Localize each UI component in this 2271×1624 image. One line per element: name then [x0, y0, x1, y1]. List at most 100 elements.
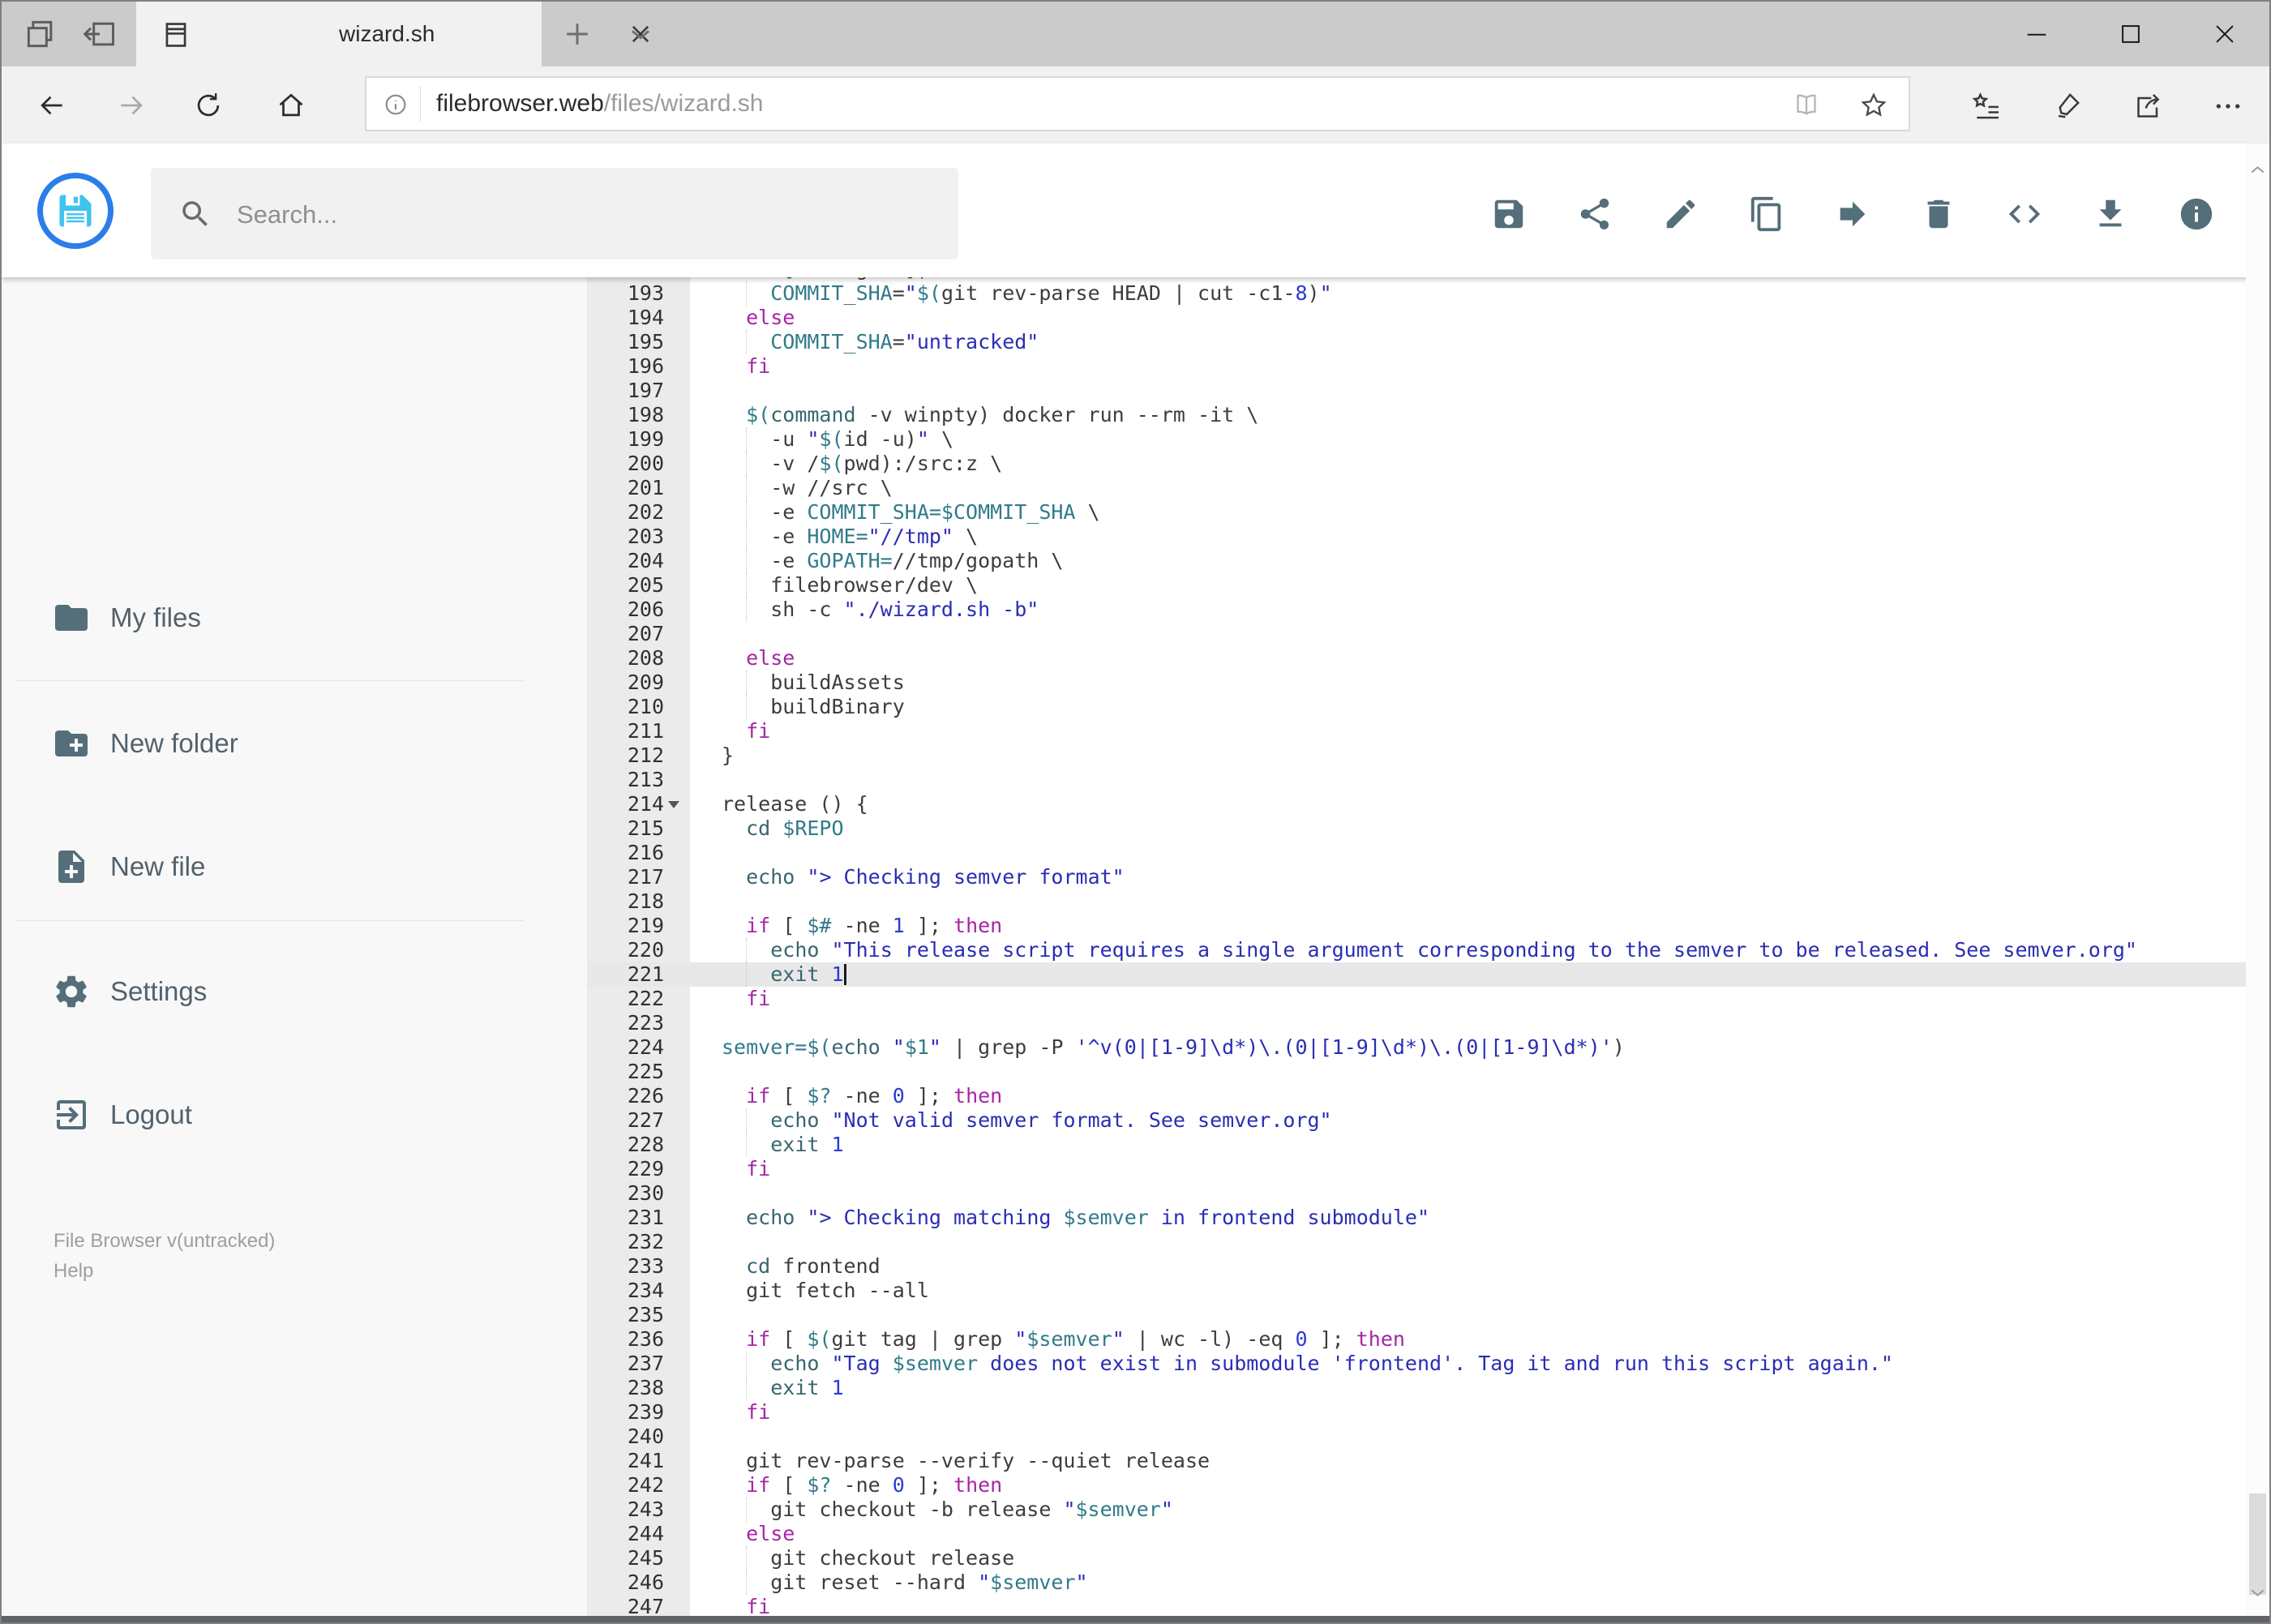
logout-icon: [52, 1095, 91, 1134]
code-line: 234 git fetch --all: [587, 1279, 2249, 1303]
delete-icon: [1927, 199, 1950, 229]
info-icon: [2180, 198, 2213, 230]
browser-tab[interactable]: wizard.sh: [136, 2, 649, 66]
share-button[interactable]: [1566, 186, 1623, 242]
code-line-text: exit 1: [770, 962, 844, 986]
move-button[interactable]: [1824, 186, 1881, 242]
line-number: 227: [627, 1108, 664, 1132]
navbar: filebrowser.web/files/wizard.sh: [2, 66, 2269, 144]
close-button[interactable]: [2192, 11, 2257, 57]
ink-icon[interactable]: [2050, 90, 2081, 121]
sidebar-item-label: Settings: [110, 976, 208, 1006]
scroll-up-icon[interactable]: [2247, 160, 2268, 180]
line-number: 208: [627, 646, 664, 670]
move-icon: [1840, 201, 1866, 227]
code-line: 221 exit 1: [587, 962, 2249, 987]
code-line: 220 echo "This release script requires a…: [587, 938, 2249, 962]
titlebar: wizard.sh: [2, 2, 2269, 66]
code-icon: [2008, 204, 2041, 224]
code-line-text: echo "> Checking semver format": [746, 865, 1125, 889]
search-bar[interactable]: [151, 168, 958, 261]
tab-dropdown-icon[interactable]: [623, 16, 658, 52]
info-button[interactable]: [2168, 186, 2225, 242]
sidebar-divider: [16, 680, 524, 681]
minimize-button[interactable]: [2004, 11, 2069, 57]
sidebar-item-new-file[interactable]: New file: [2, 826, 569, 907]
code-line-text: }: [722, 743, 735, 767]
tab-preview-icon[interactable]: [23, 16, 58, 52]
maximize-button[interactable]: [2098, 11, 2163, 57]
line-number: 243: [627, 1498, 664, 1521]
scrollbar-thumb[interactable]: [2249, 1493, 2266, 1595]
code-line: 235: [587, 1303, 2249, 1327]
help-link[interactable]: Help: [54, 1256, 275, 1286]
download-icon: [2099, 199, 2122, 227]
line-number: 219: [627, 914, 664, 937]
home-icon[interactable]: [276, 90, 306, 121]
set-tabs-aside-icon[interactable]: [82, 16, 118, 52]
reading-view-icon[interactable]: [1792, 91, 1821, 120]
forward-icon[interactable]: [116, 90, 147, 121]
code-line-text: fi: [746, 354, 771, 378]
save-button[interactable]: [1480, 186, 1537, 242]
code-line: 197: [587, 379, 2249, 403]
back-icon[interactable]: [36, 90, 67, 121]
site-info-icon[interactable]: [383, 92, 409, 118]
refresh-icon[interactable]: [193, 90, 224, 121]
line-number: 234: [627, 1279, 664, 1302]
line-number: 200: [627, 452, 664, 475]
download-button[interactable]: [2082, 186, 2139, 242]
more-icon[interactable]: [2212, 90, 2243, 121]
code-line: 216: [587, 841, 2249, 865]
line-number: 215: [627, 816, 664, 840]
code-line: 203 -e HOME="//tmp" \: [587, 525, 2249, 549]
code-line-text: cd $REPO: [746, 816, 844, 840]
code-line: 208 else: [587, 646, 2249, 671]
code-line: 222 fi: [587, 987, 2249, 1011]
code-line: 242 if [ $? -ne 0 ]; then: [587, 1473, 2249, 1498]
new-tab-button[interactable]: [559, 16, 595, 52]
code-line: 236 if [ $(git tag | grep "$semver" | wc…: [587, 1327, 2249, 1352]
code-line-text: else: [746, 1522, 795, 1545]
share-icon[interactable]: [2132, 90, 2163, 121]
delete-button[interactable]: [1910, 186, 1967, 242]
line-number: 203: [627, 525, 664, 548]
code-line: 232: [587, 1230, 2249, 1254]
code-line: 245 git checkout release: [587, 1546, 2249, 1570]
code-line: 193 COMMIT_SHA="$(git rev-parse HEAD | c…: [587, 281, 2249, 306]
search-input[interactable]: [235, 168, 936, 261]
code-line-text: release () {: [722, 792, 868, 816]
sidebar-item-logout[interactable]: Logout: [2, 1074, 569, 1155]
code-line-text: git fetch --all: [722, 1279, 929, 1302]
favorite-star-icon[interactable]: [1858, 90, 1889, 121]
sidebar-item-new-folder[interactable]: New folder: [2, 703, 569, 784]
note-add-icon: [52, 847, 91, 886]
fold-marker-icon[interactable]: [668, 801, 679, 808]
code-line: 228 exit 1: [587, 1133, 2249, 1157]
line-number: 244: [627, 1522, 664, 1545]
rename-button[interactable]: [1652, 186, 1709, 242]
line-number: 229: [627, 1157, 664, 1181]
code-line: 215 cd $REPO: [587, 816, 2249, 841]
source-view-button[interactable]: [1996, 186, 2053, 242]
page-scrollbar[interactable]: [2246, 144, 2269, 1619]
address-bar[interactable]: filebrowser.web/files/wizard.sh: [365, 76, 1910, 131]
scroll-down-icon[interactable]: [2247, 1583, 2268, 1603]
code-line: 212}: [587, 743, 2249, 768]
code-line-text: git rev-parse --verify --quiet release: [722, 1449, 1210, 1472]
sidebar-footer: File Browser v(untracked) Help: [54, 1226, 275, 1286]
code-line: 233 cd frontend: [587, 1254, 2249, 1279]
line-number: 213: [627, 768, 664, 791]
sidebar-item-my-files[interactable]: My files: [2, 577, 569, 658]
hub-icon[interactable]: [1970, 90, 2001, 121]
sidebar-item-settings[interactable]: Settings: [2, 951, 569, 1032]
line-number: 194: [627, 306, 664, 329]
line-number: 210: [627, 695, 664, 718]
sidebar-item-label: My files: [110, 602, 201, 632]
code-editor[interactable]: 192 if [ -d .git ]; then193 COMMIT_SHA="…: [587, 277, 2249, 1619]
copy-button[interactable]: [1738, 186, 1795, 242]
code-line: 224 semver=$(echo "$1" | grep -P '^v(0|[1…: [587, 1035, 2249, 1060]
url-path: /files/wizard.sh: [603, 90, 764, 117]
code-line: 206 sh -c "./wizard.sh -b": [587, 598, 2249, 622]
app-logo[interactable]: [37, 173, 114, 249]
